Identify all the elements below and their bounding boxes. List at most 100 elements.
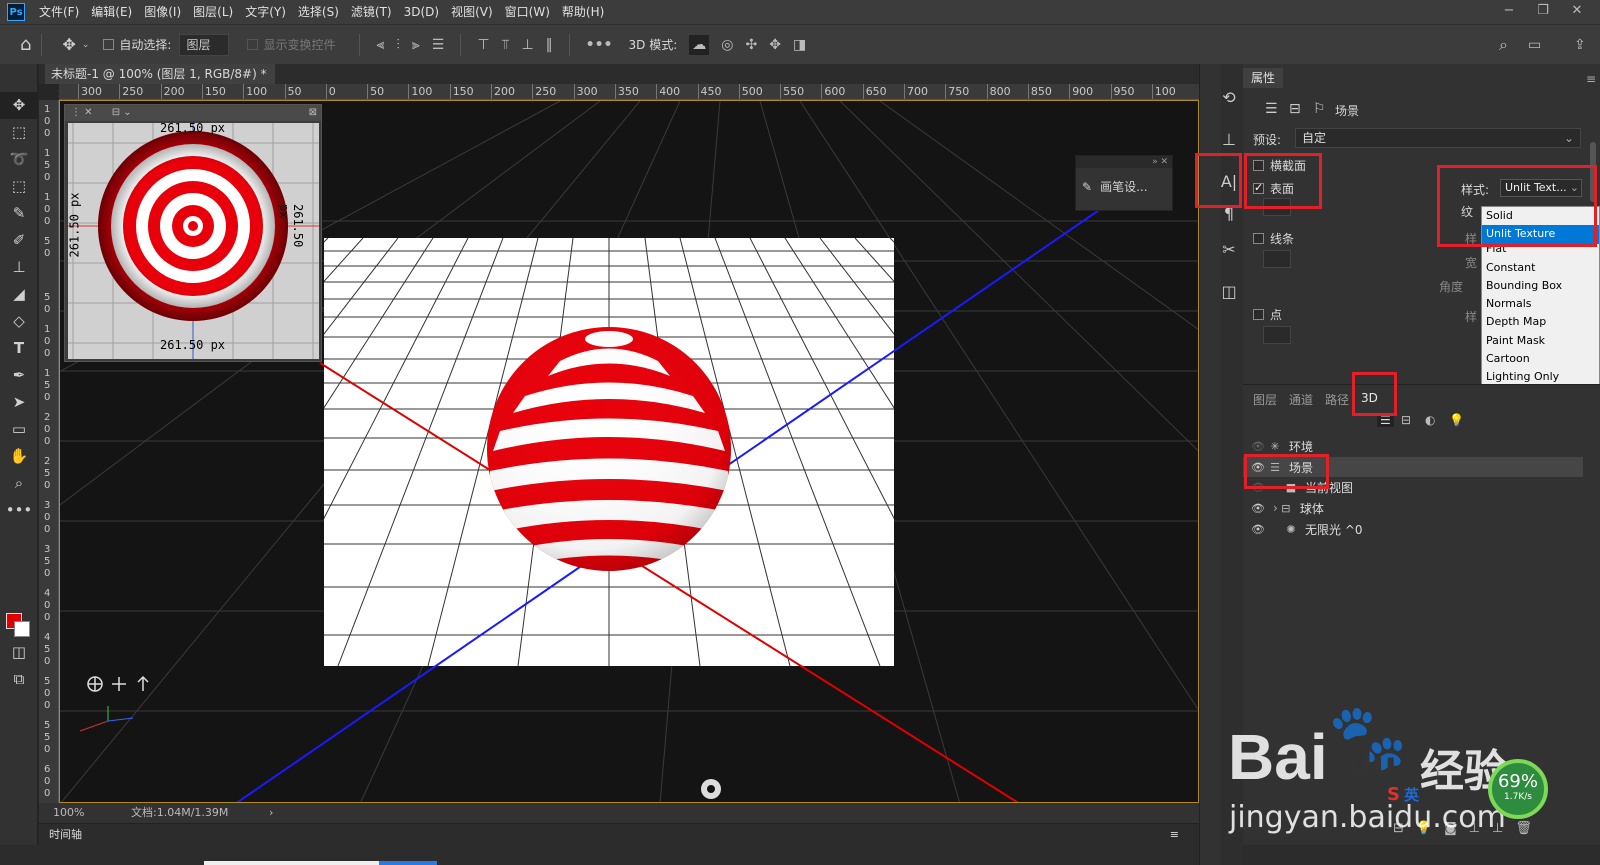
- workspace-icon[interactable]: ▭: [1528, 37, 1541, 53]
- menu-filter[interactable]: 滤镜(T): [345, 0, 398, 24]
- zoom-level[interactable]: 100%: [53, 803, 84, 823]
- rectangle-tool-icon[interactable]: ▭: [0, 416, 38, 443]
- ime-language[interactable]: 英: [1404, 784, 1419, 805]
- roll-icon[interactable]: ◎: [721, 37, 733, 53]
- visibility-icon[interactable]: 👁: [1249, 440, 1267, 453]
- material-filter-icon[interactable]: ◐: [1425, 413, 1435, 427]
- layer-row-infinite-light[interactable]: 👁 ✺ 无限光 ^0: [1243, 519, 1583, 539]
- style-option[interactable]: Constant: [1482, 259, 1599, 277]
- tab-paths[interactable]: 路径: [1325, 391, 1349, 408]
- style-option[interactable]: Cartoon: [1482, 350, 1599, 368]
- restore-icon[interactable]: ❐: [1526, 0, 1560, 22]
- points-row[interactable]: 点: [1253, 306, 1282, 323]
- menu-edit[interactable]: 编辑(E): [85, 0, 138, 24]
- minimize-icon[interactable]: −: [1492, 0, 1526, 22]
- layer-row-environment[interactable]: 👁 ✳ 环境: [1243, 436, 1583, 456]
- paint-bucket-tool-icon[interactable]: ◇: [0, 308, 38, 335]
- lines-row[interactable]: 线条: [1253, 230, 1294, 247]
- panel-menu-icon[interactable]: ≡: [1586, 72, 1596, 86]
- align-top-icon[interactable]: ⊤: [477, 37, 489, 53]
- object-select-tool-icon[interactable]: ⬚: [0, 173, 38, 200]
- chevron-down-icon[interactable]: ⌄: [82, 40, 90, 50]
- distribute-icon[interactable]: ☰: [432, 37, 445, 53]
- menu-type[interactable]: 文字(Y): [239, 0, 292, 24]
- canvas-viewport[interactable]: ⋮ ✕ ⊟ ⌄ ⊠ 261.50 px 261.50 px 261.50 px …: [59, 100, 1199, 803]
- more-tools-icon[interactable]: •••: [0, 497, 38, 524]
- light-icon[interactable]: ⚐: [1313, 101, 1326, 117]
- preview-drag-icon[interactable]: ⋮ ✕: [71, 107, 93, 118]
- align-bottom-icon[interactable]: ⊥: [521, 37, 533, 53]
- lasso-tool-icon[interactable]: ➰: [0, 146, 38, 173]
- scene-filter-icon[interactable]: ☰: [1265, 101, 1278, 117]
- more-icon[interactable]: •••: [586, 37, 613, 53]
- brush-settings-label[interactable]: 画笔设...: [1100, 178, 1147, 195]
- document-tab[interactable]: 未标题-1 @ 100% (图层 1, RGB/8#) * ✕: [45, 64, 275, 101]
- mesh-icon[interactable]: ⊟: [1289, 101, 1301, 117]
- menu-3d[interactable]: 3D(D): [398, 0, 445, 24]
- menu-view[interactable]: 视图(V): [445, 0, 499, 24]
- delete-icon[interactable]: 🗑: [1515, 821, 1532, 836]
- search-icon[interactable]: ⌕: [1499, 35, 1508, 55]
- timeline-label[interactable]: 时间轴: [49, 828, 82, 841]
- style-option[interactable]: Bounding Box: [1482, 277, 1599, 295]
- properties-tab[interactable]: 属性: [1243, 68, 1284, 88]
- tab-channels[interactable]: 通道: [1289, 391, 1313, 408]
- lines-color[interactable]: [1263, 250, 1291, 268]
- distribute-vertical-icon[interactable]: ‖: [546, 37, 553, 53]
- eraser-tool-icon[interactable]: ◢: [0, 281, 38, 308]
- tab-layers[interactable]: 图层: [1253, 391, 1277, 408]
- visibility-icon[interactable]: 👁: [1249, 502, 1267, 515]
- menu-window[interactable]: 窗口(W): [499, 0, 556, 24]
- path-select-tool-icon[interactable]: ➤: [0, 389, 38, 416]
- pan-icon[interactable]: ✣: [745, 37, 757, 53]
- preview-expand-icon[interactable]: ⊠: [309, 105, 317, 121]
- move-tool-icon[interactable]: ✥: [62, 35, 75, 54]
- brush-tool-icon[interactable]: ✐: [0, 227, 38, 254]
- style-option[interactable]: Normals: [1482, 295, 1599, 313]
- orbit-icon[interactable]: ☁: [689, 34, 710, 55]
- timeline-panel[interactable]: 时间轴 ≡: [39, 823, 1199, 845]
- lines-checkbox[interactable]: [1253, 233, 1264, 244]
- pen-tool-icon[interactable]: ✒: [0, 362, 38, 389]
- menu-select[interactable]: 选择(S): [292, 0, 345, 24]
- align-left-icon[interactable]: ⫷: [376, 37, 384, 53]
- align-center-icon[interactable]: ⫶: [396, 37, 400, 53]
- hand-tool-icon[interactable]: ✋: [0, 443, 38, 470]
- share-icon[interactable]: ⇪: [1574, 37, 1586, 53]
- style-option[interactable]: Depth Map: [1482, 313, 1599, 331]
- brush-settings-panel[interactable]: » ✕ ✎ 画笔设...: [1075, 155, 1173, 211]
- visibility-icon[interactable]: 👁: [1249, 523, 1267, 536]
- home-icon[interactable]: ⌂: [20, 34, 31, 55]
- points-color[interactable]: [1263, 326, 1291, 344]
- menu-image[interactable]: 图像(I): [138, 0, 187, 24]
- chevron-right-icon[interactable]: ›: [269, 803, 273, 823]
- zoom-tool-icon[interactable]: ⌕: [0, 470, 38, 497]
- sogou-icon[interactable]: S: [1387, 784, 1400, 805]
- brush-settings-icon[interactable]: ✎: [1082, 180, 1092, 194]
- style-option[interactable]: Paint Mask: [1482, 332, 1599, 350]
- screen-mode-icon[interactable]: ⧉: [0, 666, 38, 693]
- menu-layer[interactable]: 图层(L): [187, 0, 239, 24]
- close-icon[interactable]: ✕: [1560, 0, 1594, 22]
- texture-preview-panel[interactable]: ⋮ ✕ ⊟ ⌄ ⊠ 261.50 px 261.50 px 261.50 px …: [64, 104, 322, 362]
- menu-file[interactable]: 文件(F): [33, 0, 85, 24]
- move-tool-icon[interactable]: ✥: [0, 92, 38, 119]
- show-transform-checkbox[interactable]: [247, 39, 259, 50]
- align-right-icon[interactable]: ⫸: [412, 37, 420, 53]
- points-checkbox[interactable]: [1253, 309, 1264, 320]
- marquee-tool-icon[interactable]: ⬚: [0, 119, 38, 146]
- auto-select-checkbox[interactable]: [103, 39, 115, 50]
- type-tool-icon[interactable]: T: [0, 335, 38, 362]
- light-filter-icon[interactable]: 💡: [1449, 413, 1464, 427]
- auto-select-dropdown[interactable]: 图层: [179, 33, 230, 56]
- menu-icon[interactable]: ≡: [1170, 824, 1179, 846]
- slide-icon[interactable]: ✥: [769, 37, 781, 53]
- stamp-tool-icon[interactable]: ⊥: [0, 254, 38, 281]
- background-color-swatch[interactable]: [14, 621, 30, 637]
- layer-row-sphere[interactable]: 👁 › ⊟ 球体: [1243, 498, 1583, 518]
- camera-icon[interactable]: ◨: [793, 37, 806, 53]
- eyedropper-tool-icon[interactable]: ✎: [0, 200, 38, 227]
- menu-help[interactable]: 帮助(H): [556, 0, 610, 24]
- align-middle-icon[interactable]: ⫪: [502, 37, 510, 53]
- preview-save-icon[interactable]: ⊟ ⌄: [112, 107, 132, 118]
